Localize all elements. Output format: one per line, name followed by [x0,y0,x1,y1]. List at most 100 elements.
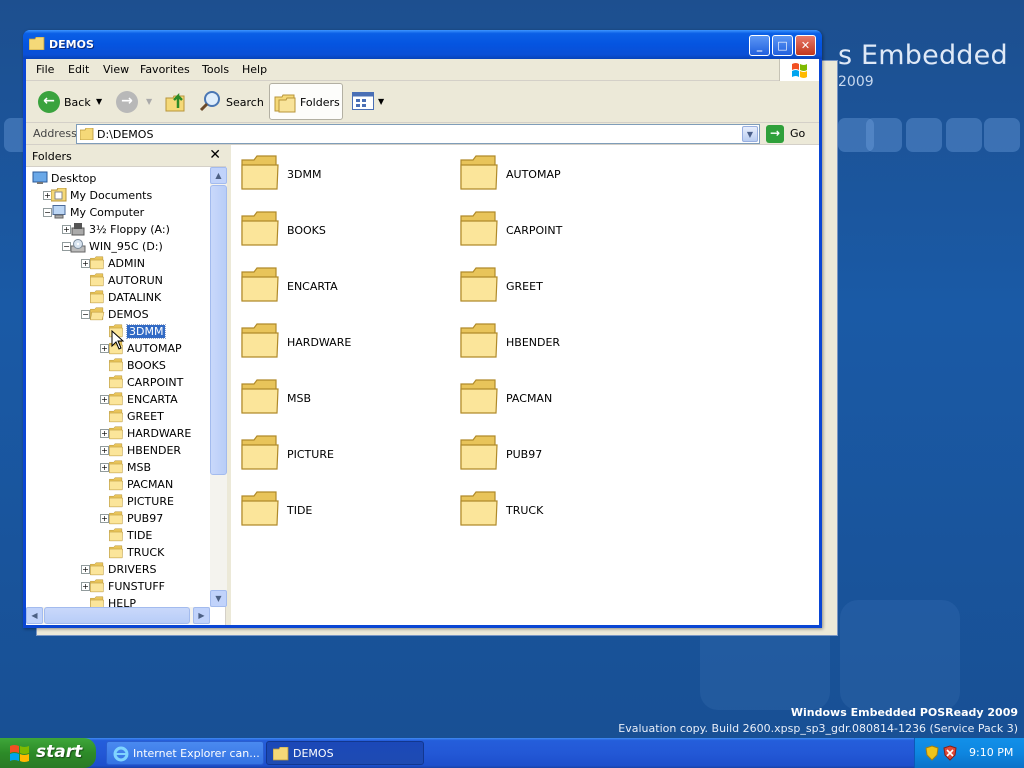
tree-item[interactable]: TRUCK [26,544,210,561]
tree-item[interactable]: + ENCARTA [26,391,210,408]
scroll-up-button[interactable]: ▲ [210,167,227,184]
folders-pane-close-button[interactable]: ✕ [209,147,221,163]
close-button[interactable]: ✕ [795,35,816,56]
tree-item[interactable]: HELP [26,595,210,607]
forward-button[interactable]: → ▼ [114,87,156,117]
tree-item[interactable]: PACMAN [26,476,210,493]
tree-item[interactable]: − My Computer [26,204,210,221]
title-bar[interactable]: DEMOS _ □ ✕ [23,30,822,59]
tree-item[interactable]: CARPOINT [26,374,210,391]
folder-item[interactable]: TRUCK [459,490,659,534]
folder-item[interactable]: PICTURE [240,434,440,478]
views-button[interactable]: ▼ [352,87,386,117]
scroll-thumb[interactable] [44,607,190,624]
folder-item[interactable]: BOOKS [240,210,440,254]
desktop-brand-text: s Embedded [838,40,1008,71]
tree-item[interactable]: − WIN_95C (D:) [26,238,210,255]
folder-item[interactable]: ENCARTA [240,266,440,310]
folder-icon [29,37,45,50]
explorer-window: DEMOS _ □ ✕ File Edit View Favorites Too… [23,30,822,628]
folder-item[interactable]: TIDE [240,490,440,534]
folder-item[interactable]: GREET [459,266,659,310]
tree-item[interactable]: BOOKS [26,357,210,374]
folder-item[interactable]: HARDWARE [240,322,440,366]
folder-item[interactable]: PUB97 [459,434,659,478]
folder-icon [240,490,280,528]
tree-item[interactable]: DATALINK [26,289,210,306]
scroll-right-button[interactable]: ▶ [193,607,210,624]
folder-item[interactable]: HBENDER [459,322,659,366]
folders-pane-header: Folders ✕ [26,145,226,167]
folder-item[interactable]: AUTOMAP [459,154,659,198]
folder-item[interactable]: 3DMM [240,154,440,198]
tree-item[interactable]: TIDE [26,527,210,544]
up-folder-icon [165,92,185,112]
cd-drive-icon [70,239,86,253]
taskbar-button-demos[interactable]: DEMOS [266,741,424,765]
address-label: Address [33,127,77,140]
menu-favorites[interactable]: Favorites [140,63,190,76]
folder-icon [89,256,105,270]
tree-item-label: My Documents [70,189,153,202]
tree-item[interactable]: + PUB97 [26,510,210,527]
folder-icon [108,409,124,423]
tree-item[interactable]: PICTURE [26,493,210,510]
tree-item[interactable]: + HARDWARE [26,425,210,442]
start-button[interactable]: start [0,738,96,768]
tree-item-label: ADMIN [108,257,145,270]
folder-icon [89,579,105,593]
mouse-cursor-icon [111,330,124,350]
tree-item[interactable]: + DRIVERS [26,561,210,578]
folder-item[interactable]: CARPOINT [459,210,659,254]
folder-label: BOOKS [287,224,326,237]
window-title: DEMOS [49,38,94,51]
security-alert-icon[interactable] [943,745,957,761]
folders-button[interactable]: Folders [269,83,343,120]
folder-item[interactable]: MSB [240,378,440,422]
folder-label: TRUCK [506,504,544,517]
address-dropdown-button[interactable]: ▼ [742,126,758,142]
tree-item-label: PACMAN [127,478,174,491]
folder-tree-horizontal-scrollbar[interactable]: ◀ ▶ [26,607,210,624]
back-button[interactable]: ← Back ▼ [36,87,106,117]
folder-tree: Desktop + My Documents − My Computer +3½ Flop… [26,167,210,607]
scroll-down-button[interactable]: ▼ [210,590,227,607]
tree-item[interactable]: + ADMIN [26,255,210,272]
folder-icon [459,210,499,248]
folder-icon [459,266,499,304]
security-shield-icon[interactable] [925,745,939,761]
tree-item-label: CARPOINT [127,376,184,389]
tree-item[interactable]: +3½ Floppy (A:) [26,221,210,238]
tree-item[interactable]: GREET [26,408,210,425]
folder-label: 3DMM [287,168,322,181]
tree-item[interactable]: − DEMOS [26,306,210,323]
tree-item[interactable]: Desktop [26,170,210,187]
go-button[interactable]: → Go [766,125,814,143]
menu-file[interactable]: File [36,63,54,76]
go-arrow-icon: → [766,125,784,143]
menu-help[interactable]: Help [242,63,267,76]
up-folder-button[interactable] [164,87,190,117]
scroll-thumb[interactable] [210,185,227,475]
menu-view[interactable]: View [103,63,129,76]
tree-item[interactable]: + HBENDER [26,442,210,459]
tree-item-label: WIN_95C (D:) [89,240,163,253]
tree-item[interactable]: AUTORUN [26,272,210,289]
tree-item-label: AUTORUN [108,274,163,287]
folder-item[interactable]: PACMAN [459,378,659,422]
folder-tree-vertical-scrollbar[interactable]: ▲ ▼ [210,167,227,607]
maximize-button[interactable]: □ [772,35,793,56]
taskbar-button-internet-explorer[interactable]: Internet Explorer can... [106,741,264,765]
tree-item[interactable]: + FUNSTUFF [26,578,210,595]
folder-label: CARPOINT [506,224,563,237]
search-button[interactable]: Search [198,87,264,117]
menu-edit[interactable]: Edit [68,63,89,76]
scroll-left-button[interactable]: ◀ [26,607,43,624]
tree-item[interactable]: + MSB [26,459,210,476]
address-input[interactable]: D:\DEMOS ▼ [76,124,760,144]
menu-tools[interactable]: Tools [202,63,229,76]
toolbar: ← Back ▼ → ▼ Search Folders ▼ [26,81,819,123]
tree-item[interactable]: + My Documents [26,187,210,204]
minimize-button[interactable]: _ [749,35,770,56]
tree-item-label: PICTURE [127,495,174,508]
